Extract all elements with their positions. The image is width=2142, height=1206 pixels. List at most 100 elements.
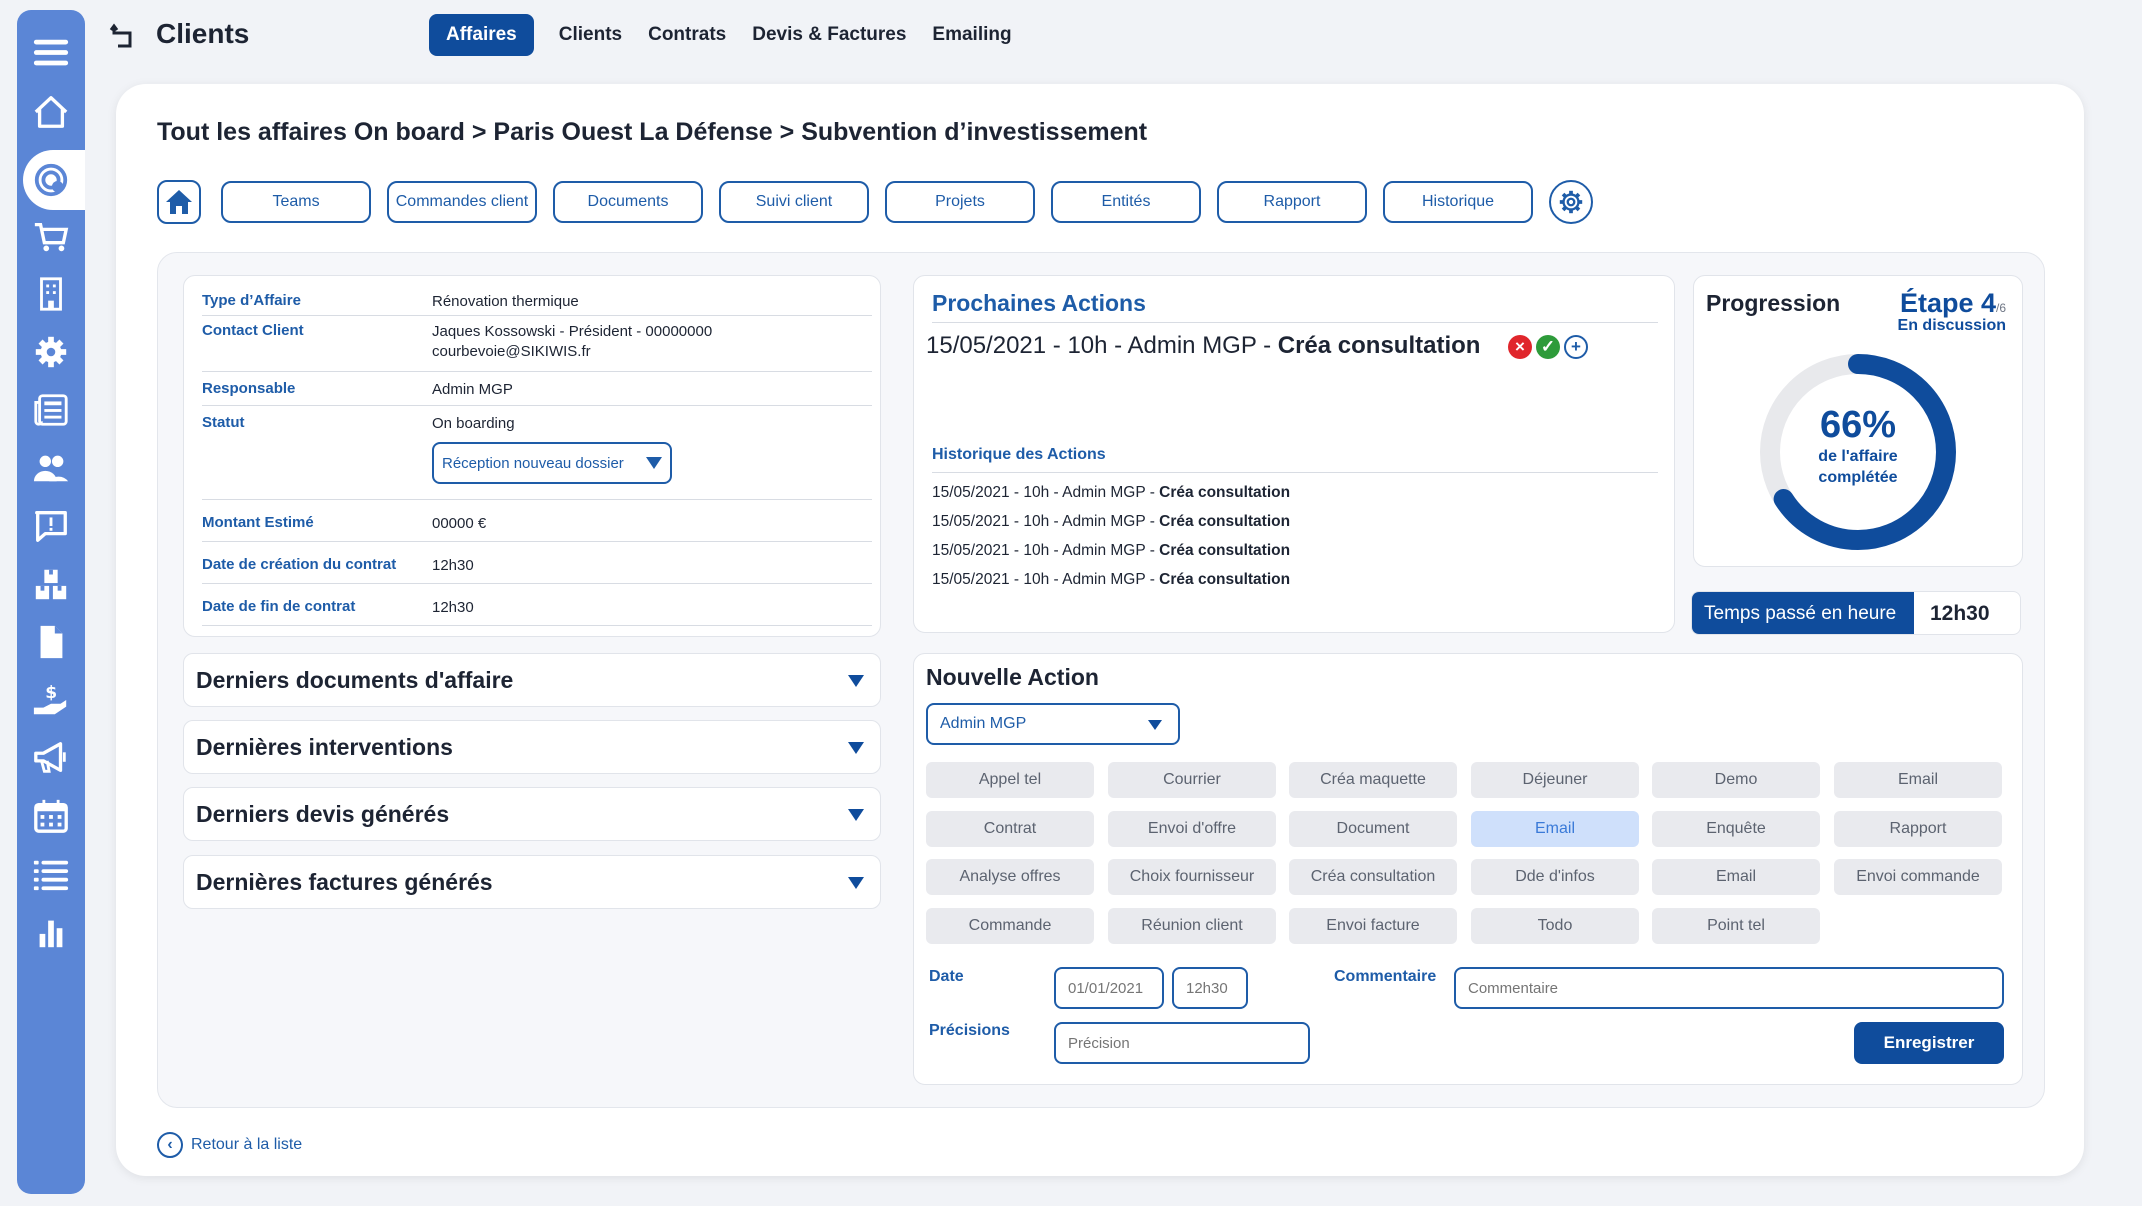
action-type-chip[interactable]: Choix fournisseur: [1108, 859, 1276, 895]
date-label: Date: [929, 968, 964, 985]
action-type-chip[interactable]: Courrier: [1108, 762, 1276, 798]
action-type-chip[interactable]: Demo: [1652, 762, 1820, 798]
comment-input[interactable]: [1454, 967, 2004, 1009]
action-type-chip[interactable]: Email: [1471, 811, 1639, 847]
clients-radar-icon[interactable]: [29, 158, 73, 202]
action-type-chip[interactable]: Déjeuner: [1471, 762, 1639, 798]
action-type-chip[interactable]: Enquête: [1652, 811, 1820, 847]
action-type-chip[interactable]: Contrat: [926, 811, 1094, 847]
settings-button[interactable]: [1549, 180, 1593, 224]
tab-documents[interactable]: Documents: [553, 181, 703, 223]
action-type-chip[interactable]: Analyse offres: [926, 859, 1094, 895]
check-icon[interactable]: ✓: [1536, 335, 1560, 359]
calendar-icon[interactable]: [29, 794, 73, 838]
tab-rapport[interactable]: Rapport: [1217, 181, 1367, 223]
action-type-chip[interactable]: Commande: [926, 908, 1094, 944]
precision-input[interactable]: [1054, 1022, 1310, 1064]
action-type-chip[interactable]: Todo: [1471, 908, 1639, 944]
action-type-chip[interactable]: Document: [1289, 811, 1457, 847]
action-type-chip[interactable]: Envoi commande: [1834, 859, 2002, 895]
next-actions-title: Prochaines Actions: [932, 290, 1146, 316]
list-icon[interactable]: [29, 852, 73, 896]
hand-dollar-icon[interactable]: $: [29, 678, 73, 722]
accordion-title: Dernières factures générés: [196, 869, 493, 895]
action-type-chip[interactable]: Point tel: [1652, 908, 1820, 944]
statut-select[interactable]: Réception nouveau dossier: [432, 442, 672, 484]
action-type-chip[interactable]: Email: [1652, 859, 1820, 895]
accordion-title: Derniers documents d'affaire: [196, 667, 514, 693]
action-type-chip[interactable]: Appel tel: [926, 762, 1094, 798]
action-type-chip[interactable]: Envoi facture: [1289, 908, 1457, 944]
file-icon[interactable]: [29, 620, 73, 664]
megaphone-icon[interactable]: [29, 736, 73, 780]
main-card: Tout les affaires On board > Paris Ouest…: [116, 84, 2084, 1176]
tab-historique[interactable]: Historique: [1383, 181, 1533, 223]
fin-value: 12h30: [432, 599, 474, 616]
back-to-list-link[interactable]: ‹ Retour à la liste: [157, 1132, 302, 1158]
main-nav: Affaires Clients Contrats Devis & Factur…: [429, 14, 1025, 56]
breadcrumb: Tout les affaires On board > Paris Ouest…: [157, 118, 1148, 146]
precisions-label: Précisions: [929, 1022, 1010, 1039]
nav-tab-emailing[interactable]: Emailing: [919, 14, 1024, 56]
building-icon[interactable]: [29, 272, 73, 316]
history-type: Créa consultation: [1159, 571, 1291, 588]
message-icon[interactable]: [29, 504, 73, 548]
cancel-icon[interactable]: ×: [1508, 335, 1532, 359]
home-button[interactable]: [157, 180, 201, 224]
app-title: Clients: [156, 18, 250, 49]
date-input[interactable]: [1054, 967, 1164, 1009]
contact-line1: Jaques Kossowski - Président - 00000000: [432, 323, 713, 340]
new-action-panel: Nouvelle Action Admin MGP Appel tel Courr…: [913, 653, 2023, 1085]
nav-tab-affaires[interactable]: Affaires: [429, 14, 534, 56]
chevron-left-icon: ‹: [157, 1132, 183, 1158]
settings-icon[interactable]: [29, 330, 73, 374]
action-type-chip[interactable]: Email: [1834, 762, 2002, 798]
cart-icon[interactable]: [29, 214, 73, 258]
home-icon[interactable]: [29, 90, 73, 134]
nav-tab-devis-factures[interactable]: Devis & Factures: [739, 14, 919, 56]
save-button[interactable]: Enregistrer: [1854, 1022, 2004, 1064]
etape-status: En discussion: [1897, 317, 2006, 334]
svg-text:$: $: [45, 683, 57, 703]
assignee-select[interactable]: Admin MGP: [926, 703, 1180, 745]
tab-suivi-client[interactable]: Suivi client: [719, 181, 869, 223]
add-icon[interactable]: +: [1564, 335, 1588, 359]
nav-tab-clients[interactable]: Clients: [546, 14, 635, 56]
back-to-list-label: Retour à la liste: [191, 1136, 303, 1153]
tab-commandes-client[interactable]: Commandes client: [387, 181, 537, 223]
back-arrow-icon[interactable]: [108, 22, 136, 50]
users-icon[interactable]: [29, 446, 73, 490]
action-type-chip[interactable]: Créa maquette: [1289, 762, 1457, 798]
action-type-chip[interactable]: Dde d'infos: [1471, 859, 1639, 895]
creation-value: 12h30: [432, 557, 474, 574]
accordion-interventions[interactable]: Dernières interventions: [183, 720, 881, 774]
action-type-chip[interactable]: Rapport: [1834, 811, 2002, 847]
tab-projets[interactable]: Projets: [885, 181, 1035, 223]
action-type-chip[interactable]: Créa consultation: [1289, 859, 1457, 895]
menu-icon[interactable]: [29, 31, 73, 75]
nav-tab-contrats[interactable]: Contrats: [635, 14, 739, 56]
action-type-chip[interactable]: Réunion client: [1108, 908, 1276, 944]
bar-chart-icon[interactable]: [29, 910, 73, 954]
accordion-devis[interactable]: Derniers devis générés: [183, 787, 881, 841]
history-text: 15/05/2021 - 10h - Admin MGP -: [932, 484, 1160, 501]
info-row-fin: Date de fin de contrat 12h30: [202, 584, 872, 626]
chevron-down-icon: [848, 742, 864, 754]
newspaper-icon[interactable]: [29, 388, 73, 432]
accordion-documents[interactable]: Derniers documents d'affaire: [183, 653, 881, 707]
statut-label: Statut: [202, 414, 245, 431]
time-input[interactable]: [1172, 967, 1248, 1009]
history-type: Créa consultation: [1159, 513, 1291, 530]
divider: [932, 322, 1658, 323]
action-type-chip[interactable]: Envoi d'offre: [1108, 811, 1276, 847]
divider: [932, 472, 1658, 473]
time-spent-value: 12h30: [1930, 602, 1990, 625]
history-text: 15/05/2021 - 10h - Admin MGP -: [932, 542, 1160, 559]
boxes-icon[interactable]: [29, 562, 73, 606]
section-tabs: Teams Commandes client Documents Suivi c…: [157, 180, 1593, 224]
chevron-down-icon: [848, 877, 864, 889]
tab-entites[interactable]: Entités: [1051, 181, 1201, 223]
home-icon: [166, 190, 192, 214]
tab-teams[interactable]: Teams: [221, 181, 371, 223]
accordion-factures[interactable]: Dernières factures générés: [183, 855, 881, 909]
